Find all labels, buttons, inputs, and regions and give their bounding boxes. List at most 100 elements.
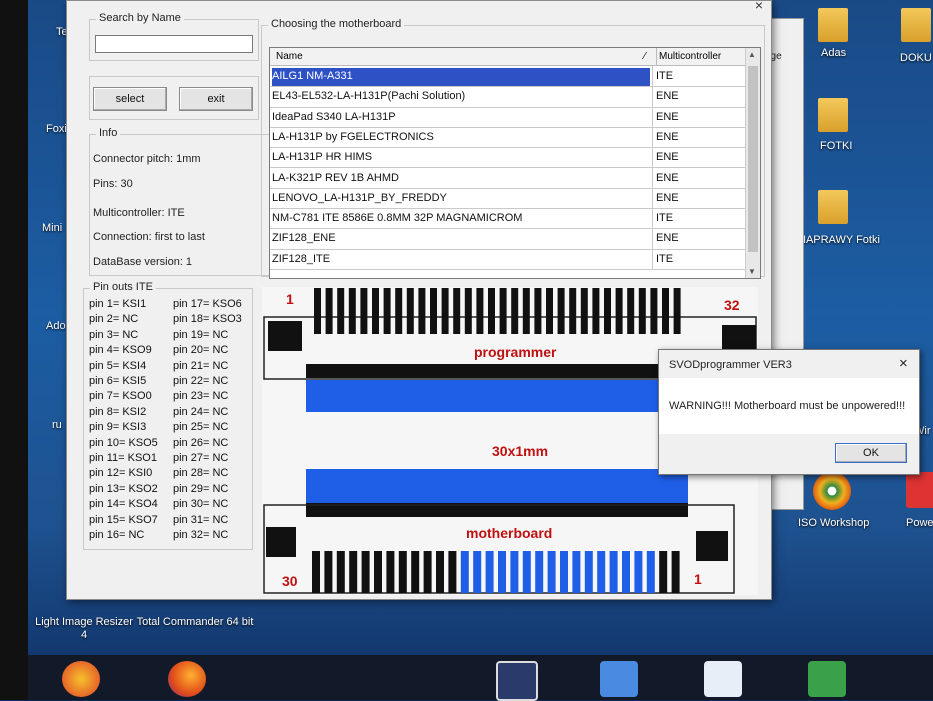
list-row[interactable]: EL43-EL532-LA-H131P(Pachi Solution) ENE — [270, 86, 745, 108]
exit-button[interactable]: exit — [179, 87, 253, 111]
motherboard-pin — [522, 551, 531, 593]
pinout-line: pin 23= NC — [173, 390, 229, 403]
programmer-pin — [395, 288, 403, 334]
select-button[interactable]: select — [93, 87, 167, 111]
row-name: LA-K321P REV 1B AHMD — [272, 171, 399, 184]
scrollbar-thumb[interactable] — [748, 66, 758, 252]
pinout-line: pin 13= KSO2 — [89, 482, 158, 495]
motherboard-pin — [634, 551, 643, 593]
programmer-pin — [314, 288, 321, 334]
motherboard-pin — [547, 551, 556, 593]
folder-icon[interactable] — [901, 8, 931, 42]
programmer-pin — [430, 288, 437, 334]
dialog-title: SVODprogrammer VER3 — [669, 359, 792, 371]
row-multicontroller: ITE — [656, 70, 674, 82]
pinout-line: pin 12= KSI0 — [89, 467, 153, 480]
window-close-button[interactable]: × — [755, 0, 763, 13]
list-row[interactable]: ZIF128_ITE ITE — [270, 248, 745, 270]
scroll-up-icon[interactable]: ▲ — [748, 50, 756, 59]
pinout-line: pin 8= KSI2 — [89, 405, 147, 418]
media-app-icon[interactable] — [62, 661, 100, 697]
info-connector-pitch: Connector pitch: 1mm — [93, 153, 201, 165]
folder-icon[interactable] — [818, 98, 848, 132]
pinout-line: pin 10= KSO5 — [89, 436, 158, 449]
column-divider — [656, 48, 657, 65]
pinout-line: pin 31= NC — [173, 513, 229, 526]
pinout-line: pin 21= NC — [173, 359, 229, 372]
row-divider — [652, 86, 653, 107]
motherboard-right-mount — [696, 531, 728, 561]
programmer-pin — [511, 288, 519, 334]
programmer-pin — [325, 288, 333, 334]
motherboard-pin — [436, 551, 444, 593]
list-row[interactable]: LA-K321P REV 1B AHMD ENE — [270, 167, 745, 189]
script-app-icon[interactable] — [808, 661, 846, 697]
list-row[interactable]: ZIF128_ENE ENE — [270, 228, 745, 250]
row-divider — [652, 228, 653, 249]
pinout-line: pin 9= KSI3 — [89, 421, 147, 434]
list-row[interactable]: LENOVO_LA-H131P_BY_FREDDY ENE — [270, 187, 745, 210]
programmer-pin — [557, 288, 565, 334]
desktop-icon-label: Light Image Resizer 4 — [35, 616, 133, 641]
row-divider — [652, 66, 653, 87]
programmer-pin — [476, 288, 484, 334]
row-name: EL43-EL532-LA-H131P(Pachi Solution) — [272, 90, 466, 103]
dialog-message: WARNING!!! Motherboard must be unpowered… — [669, 400, 906, 412]
motherboard-pin — [398, 551, 407, 593]
disc-icon[interactable] — [813, 472, 851, 510]
search-input[interactable] — [95, 35, 253, 53]
info-pins: Pins: 30 — [93, 178, 133, 190]
bottom-left-pin-number: 30 — [282, 573, 298, 589]
row-name: ZIF128_ITE — [272, 252, 331, 265]
info-multicontroller: Multicontroller: ITE — [93, 207, 185, 219]
list-row[interactable]: AILG1 NM-A331 ITE — [270, 66, 745, 88]
motherboard-pin — [609, 551, 618, 593]
programmer-label: programmer — [474, 344, 557, 360]
pinout-line: pin 29= NC — [173, 482, 229, 495]
list-row[interactable]: LA-H131P HR HIMS ENE — [270, 147, 745, 169]
dialog-ok-button[interactable]: OK — [835, 443, 907, 463]
motherboard-pin — [473, 551, 482, 593]
programmer-pin — [522, 288, 530, 334]
motherboard-pin — [312, 551, 320, 593]
programmer-pin — [662, 288, 669, 334]
motherboard-pin — [597, 551, 606, 593]
motherboard-list[interactable]: Name ⁄ Multicontroller AILG1 NM-A331 ITE E… — [269, 47, 761, 279]
row-multicontroller: ENE — [656, 151, 679, 164]
app-icon[interactable] — [906, 472, 933, 508]
pinout-line: pin 17= KSO6 — [173, 298, 242, 310]
programmer-pin — [569, 288, 577, 334]
desktop-partial-label: Mini — [42, 222, 63, 234]
image-app-icon[interactable] — [600, 661, 638, 697]
info-database-version: DataBase version: 1 — [93, 256, 193, 268]
folder-icon[interactable] — [818, 8, 848, 42]
column-header-multicontroller[interactable]: Multicontroller — [659, 51, 721, 62]
row-name: LA-H131P HR HIMS — [272, 151, 373, 164]
folder-icon[interactable] — [818, 190, 848, 224]
list-row[interactable]: IdeaPad S340 LA-H131P ENE — [270, 106, 745, 128]
programmer-left-mount — [268, 321, 302, 351]
list-scrollbar[interactable]: ▲ ▼ — [745, 48, 760, 278]
motherboard-pin — [361, 551, 370, 593]
list-row[interactable]: LA-H131P by FGELECTRONICS ENE — [270, 126, 745, 149]
firefox-icon[interactable] — [168, 661, 206, 697]
list-row[interactable]: NM-C781 ITE 8586E 0.8MM 32P MAGNAMICROM I… — [270, 208, 745, 230]
window-app-icon[interactable] — [704, 661, 742, 697]
pinout-line: pin 14= KSO4 — [89, 498, 158, 511]
scroll-down-icon[interactable]: ▼ — [748, 267, 756, 276]
row-name: AILG1 NM-A331 — [272, 68, 650, 86]
pinout-line: pin 22= NC — [173, 375, 229, 387]
motherboard-pin — [374, 551, 382, 593]
desktop-icon-label: Power — [906, 517, 933, 529]
programmer-pin — [406, 288, 414, 334]
column-header-name[interactable]: Name — [276, 51, 303, 62]
row-multicontroller: ENE — [656, 171, 679, 184]
iso-workshop-taskbar-icon[interactable] — [496, 661, 538, 701]
desktop-partial-label: Ado — [46, 320, 66, 332]
row-divider — [652, 167, 653, 188]
row-multicontroller: ENE — [656, 110, 679, 123]
programmer-pin — [580, 288, 588, 334]
motherboard-pin — [535, 551, 544, 593]
dialog-close-button[interactable]: × — [899, 355, 908, 372]
row-multicontroller: ITE — [656, 252, 674, 265]
